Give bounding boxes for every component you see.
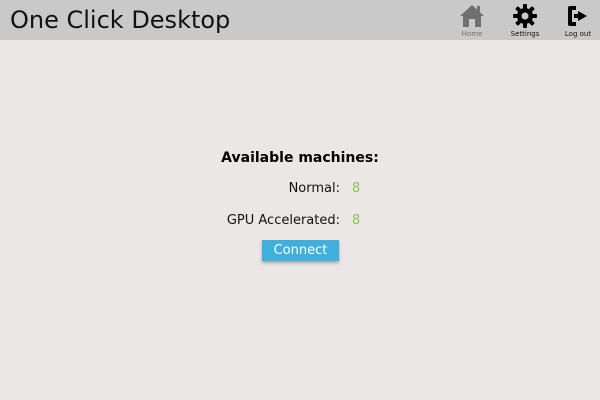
app-title: One Click Desktop: [10, 6, 231, 34]
nav-settings-label: Settings: [510, 30, 540, 38]
nav-logout-button[interactable]: Log out: [558, 3, 598, 39]
stat-value-normal: 8: [352, 181, 361, 196]
machines-panel: Available machines: Normal: 8 GPU Accele…: [150, 148, 450, 261]
app-window: One Click Desktop Home Settings Log out …: [0, 0, 600, 400]
nav-home-label: Home: [461, 30, 483, 38]
nav-logout-label: Log out: [564, 30, 592, 38]
stat-label-normal: Normal:: [288, 181, 340, 196]
top-bar: One Click Desktop Home Settings Log out: [0, 0, 600, 40]
home-icon: [460, 5, 484, 27]
stat-row-normal: Normal: 8: [150, 168, 450, 200]
available-machines-heading: Available machines:: [221, 150, 379, 166]
stat-value-gpu: 8: [352, 213, 361, 228]
logout-icon: [568, 6, 587, 26]
connect-button[interactable]: Connect: [262, 240, 339, 261]
nav-settings-button[interactable]: Settings: [505, 3, 545, 39]
gear-icon: [513, 4, 537, 28]
stat-label-gpu: GPU Accelerated:: [226, 213, 340, 228]
stat-row-gpu: GPU Accelerated: 8: [150, 200, 450, 232]
nav-home-button[interactable]: Home: [452, 3, 492, 39]
